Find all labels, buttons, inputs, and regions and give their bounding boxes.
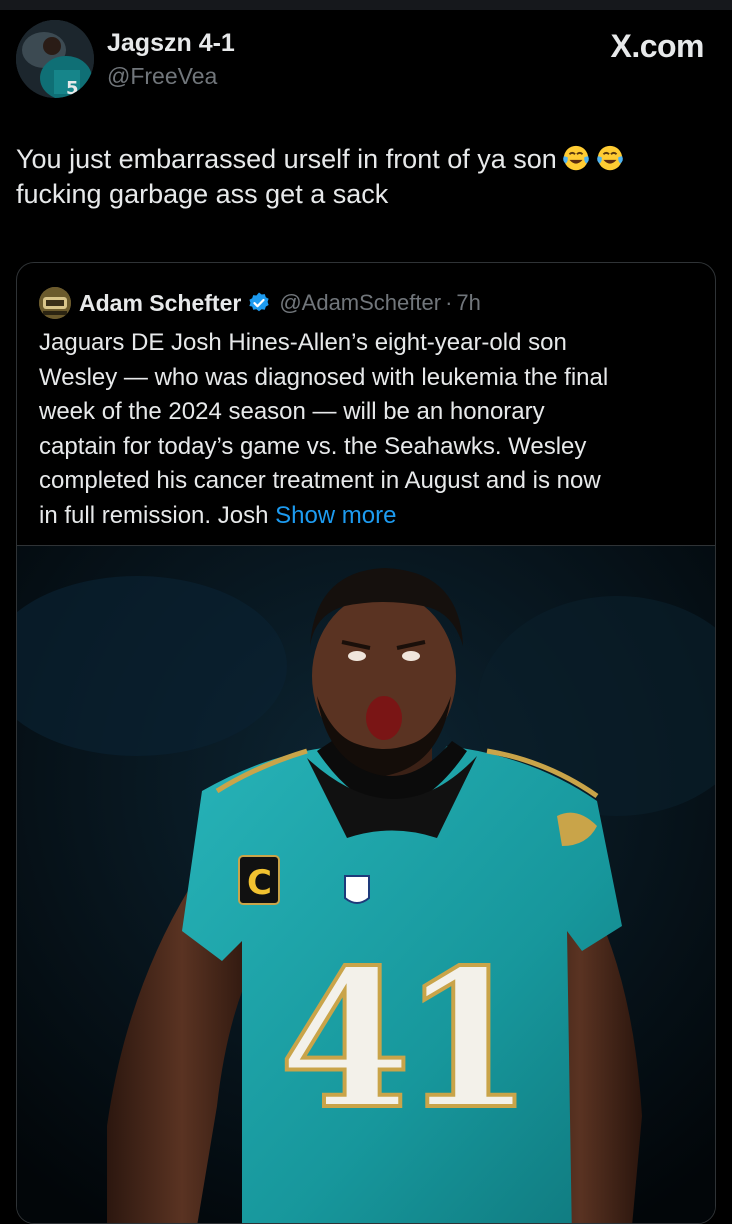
quoted-text-line-6: in full remission. Josh Show more	[39, 499, 699, 534]
quoted-author-avatar[interactable]	[39, 287, 71, 319]
jersey-number-text: 41	[279, 928, 523, 1151]
face-with-tears-of-joy-icon	[596, 145, 623, 171]
author-name[interactable]: Jagszn 4-1	[107, 29, 235, 58]
tweet-text-line-1: You just embarrassed urself in front of …	[16, 144, 557, 174]
quoted-text-line-6-text: in full remission. Josh	[39, 501, 269, 529]
quoted-tweet-text: Jaguars DE Josh Hines-Allen’s eight-year…	[39, 326, 699, 533]
svg-text:5: 5	[66, 78, 79, 98]
quoted-text-line-5: completed his cancer treatment in August…	[39, 467, 601, 494]
quoted-media-photo[interactable]: C 41	[17, 545, 715, 1223]
x-logo: X.com	[610, 28, 704, 64]
tweet-text-line: You just embarrassed urself in front of …	[16, 142, 716, 177]
tweet-text-line-2: fucking garbage ass get a sack	[16, 179, 389, 209]
tweet-text: You just embarrassed urself in front of …	[16, 142, 716, 212]
quoted-text-line-1: Jaguars DE Josh Hines-Allen’s eight-year…	[39, 329, 567, 356]
quoted-author-name[interactable]: Adam Schefter	[79, 290, 241, 317]
captain-patch-text: C	[247, 863, 272, 903]
quoted-text-line-4: captain for today’s game vs. the Seahawk…	[39, 432, 587, 460]
football-player-photo-icon: C 41	[17, 546, 715, 1223]
top-strip	[0, 0, 732, 10]
avatar-image: 5	[16, 20, 94, 98]
separator-dot: ·	[445, 290, 453, 315]
show-more-link[interactable]: Show more	[275, 502, 396, 529]
author-avatar[interactable]: 5	[16, 20, 94, 98]
author-handle[interactable]: @FreeVea	[107, 63, 217, 90]
quoted-tweet-card[interactable]: Adam Schefter @AdamSchefter · 7h Jaguars…	[16, 262, 716, 1224]
verified-badge-icon	[249, 292, 269, 312]
quoted-author-handle[interactable]: @AdamSchefter	[279, 290, 441, 316]
face-with-tears-of-joy-icon	[562, 145, 589, 171]
quoted-text-line-3: week of the 2024 season — will be an hon…	[39, 398, 545, 425]
quoted-tweet-header: Adam Schefter @AdamSchefter · 7h	[79, 287, 481, 319]
quoted-text-line-2: Wesley — who was diagnosed with leukemia…	[39, 363, 609, 391]
quoted-timestamp[interactable]: 7h	[456, 290, 480, 316]
quoted-avatar-image	[39, 287, 71, 319]
